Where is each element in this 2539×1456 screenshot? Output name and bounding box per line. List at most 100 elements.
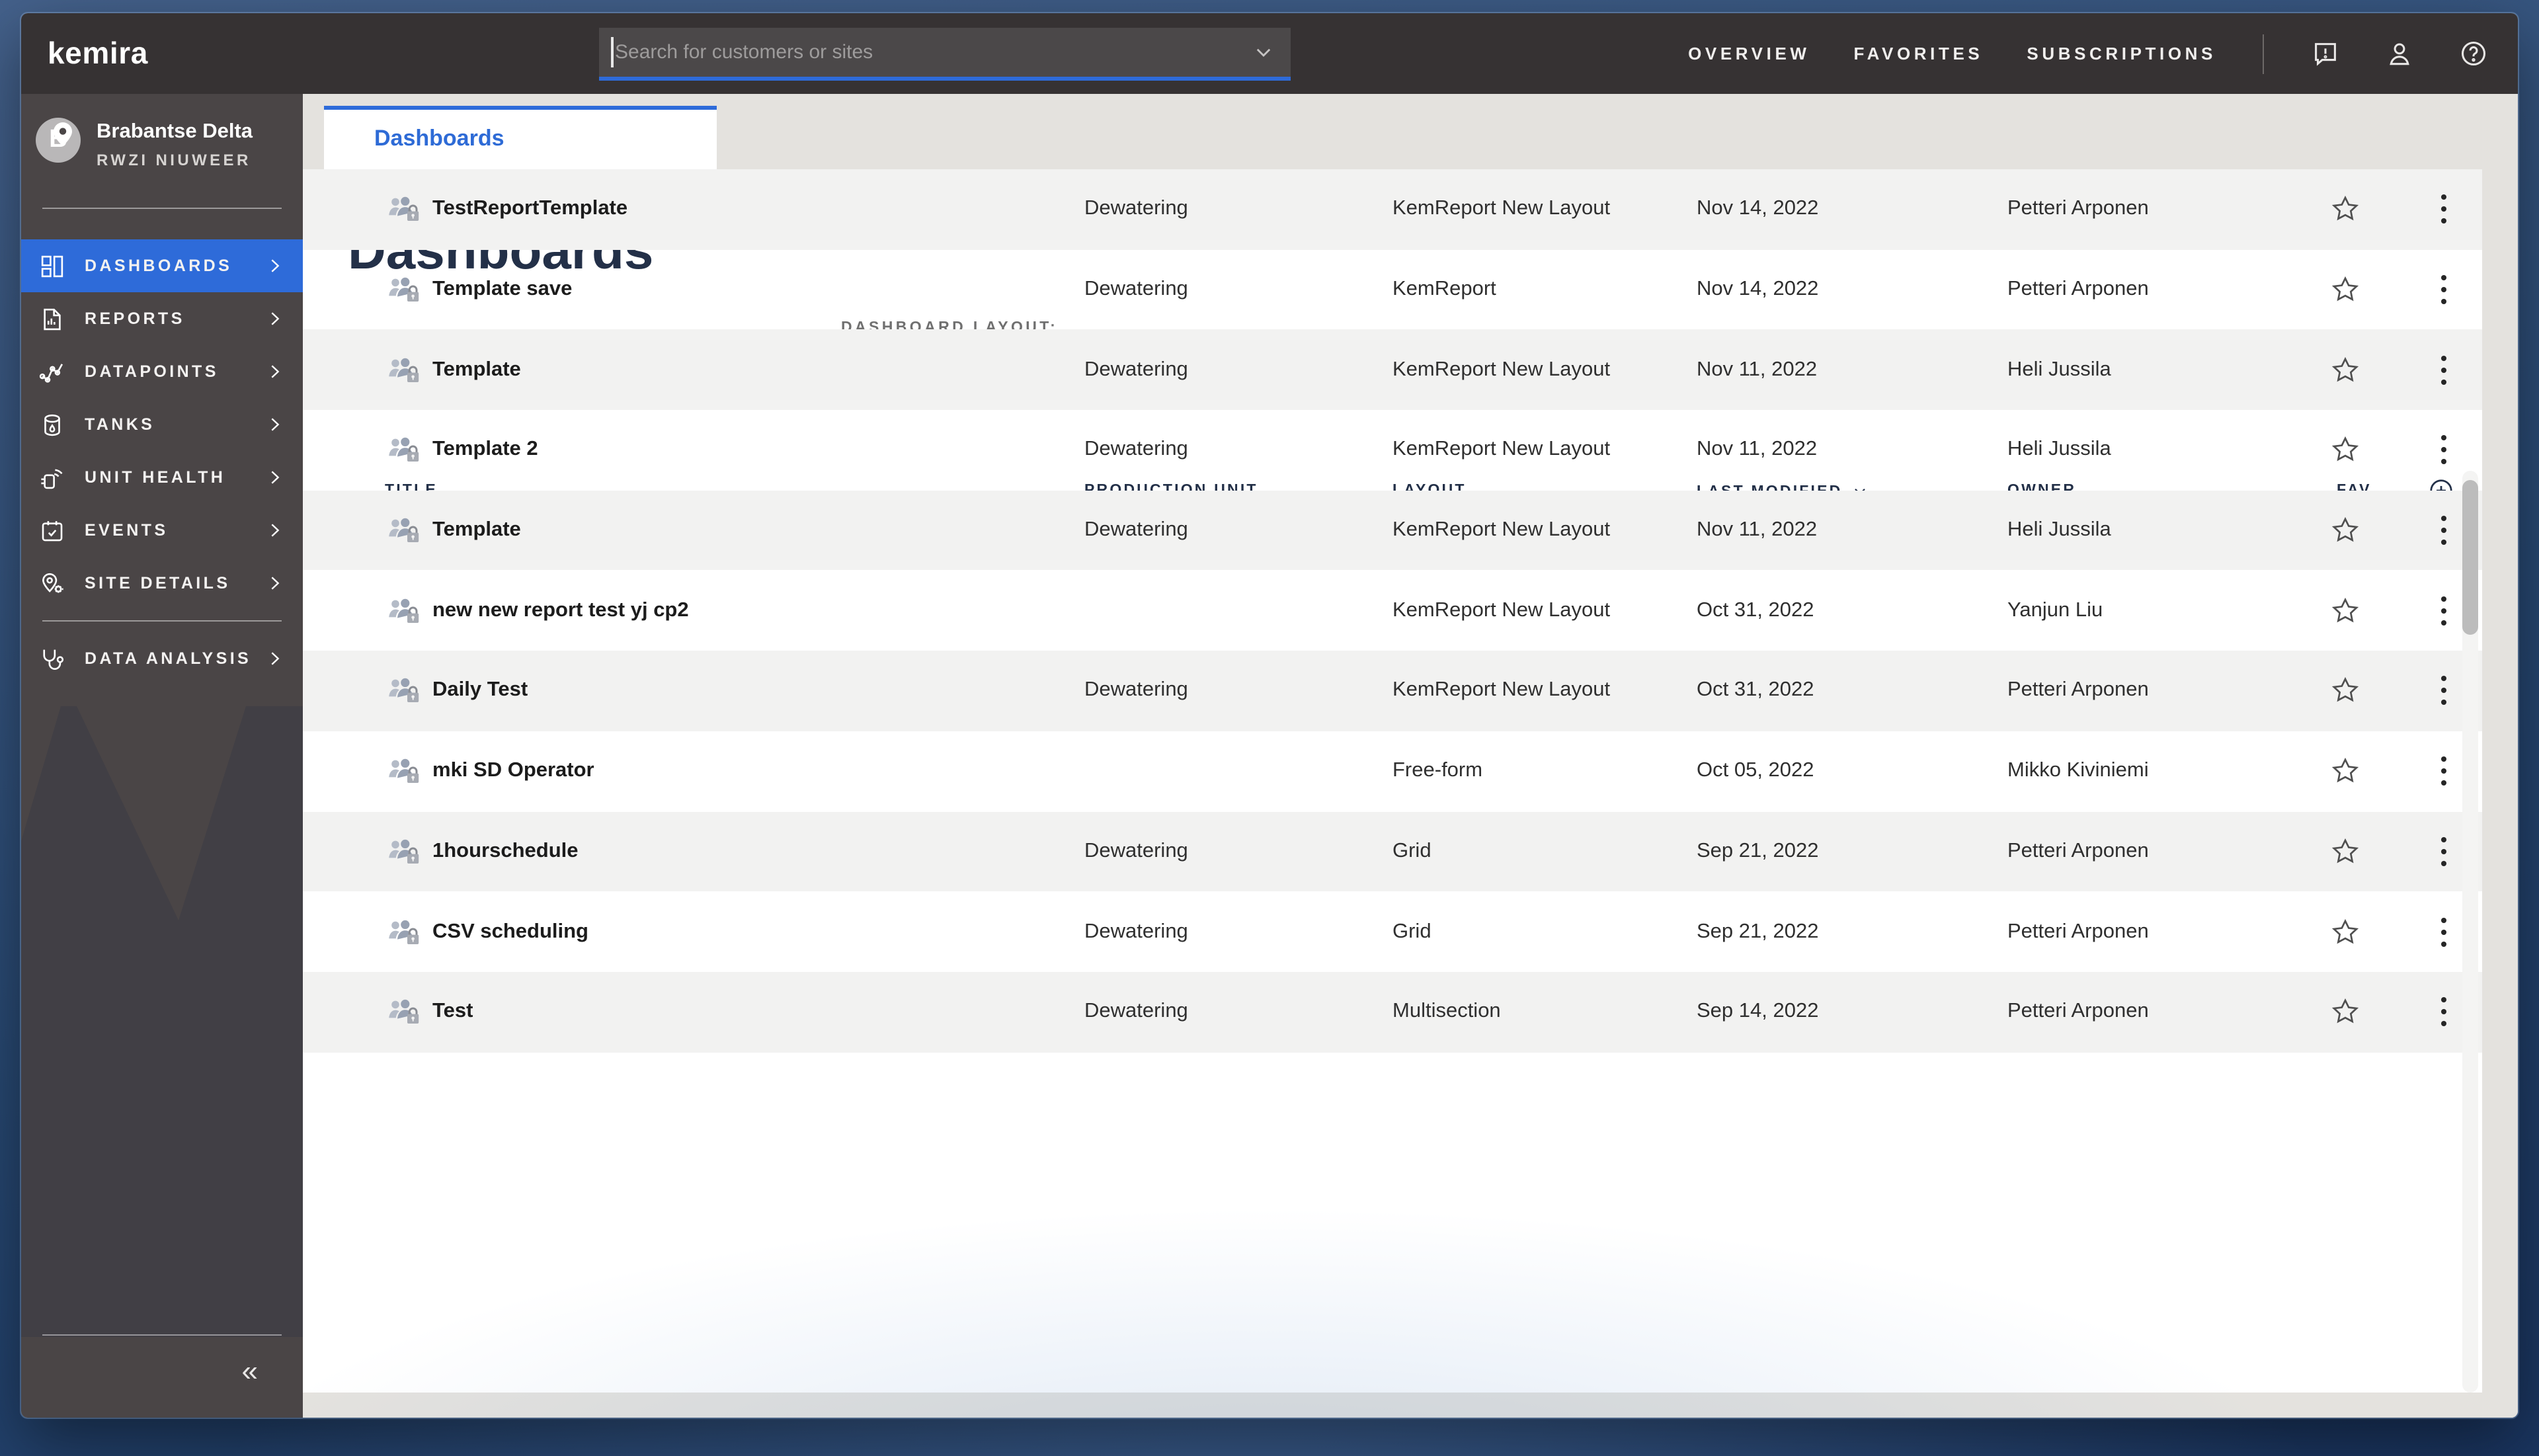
row-menu-icon[interactable]	[2435, 674, 2453, 708]
favorite-star-icon[interactable]	[2329, 835, 2362, 868]
favorite-star-icon[interactable]	[2329, 594, 2362, 627]
scrollbar-thumb[interactable]	[2462, 480, 2478, 635]
row-title[interactable]: CSV scheduling	[432, 920, 588, 944]
top-nav: OVERVIEW FAVORITES SUBSCRIPTIONS	[1688, 13, 2518, 94]
collapse-sidebar-button[interactable]: «	[242, 1357, 259, 1386]
favorite-star-icon[interactable]	[2329, 754, 2362, 788]
row-title[interactable]: 1hourschedule	[432, 840, 579, 864]
chevron-down-icon[interactable]	[1252, 41, 1275, 63]
favorite-star-icon[interactable]	[2329, 674, 2362, 708]
favorite-star-icon[interactable]	[2329, 273, 2362, 306]
chevron-right-icon	[266, 521, 284, 540]
row-title[interactable]: TestReportTemplate	[432, 198, 627, 222]
row-menu-icon[interactable]	[2435, 352, 2453, 387]
favorite-star-icon[interactable]	[2329, 514, 2362, 547]
chevron-right-icon	[266, 649, 284, 668]
sidebar-divider	[42, 620, 282, 622]
table-row[interactable]: TestReportTemplate Dewatering KemReport …	[303, 169, 2482, 249]
table-row[interactable]: Test Dewatering Multisection Sep 14, 202…	[303, 972, 2482, 1052]
row-last-modified: Sep 14, 2022	[1697, 1000, 1818, 1024]
table-row[interactable]: Template save Dewatering KemReport Nov 1…	[303, 249, 2482, 329]
sidebar-item-site-details[interactable]: SITE DETAILS	[21, 557, 303, 610]
row-last-modified: Nov 14, 2022	[1697, 278, 1818, 302]
row-last-modified: Nov 11, 2022	[1697, 438, 1817, 462]
row-menu-icon[interactable]	[2435, 754, 2453, 788]
row-menu-icon[interactable]	[2435, 994, 2453, 1029]
data-analysis-icon	[38, 645, 66, 672]
favorite-star-icon[interactable]	[2329, 995, 2362, 1028]
table-row[interactable]: mki SD Operator Free-form Oct 05, 2022 M…	[303, 731, 2482, 811]
favorite-star-icon[interactable]	[2329, 915, 2362, 948]
add-dashboard-button[interactable]: DASHBOARD	[2271, 354, 2479, 399]
tab-dashboards[interactable]: Dashboards	[324, 106, 717, 169]
feedback-icon[interactable]	[2310, 38, 2341, 69]
row-production-unit: Dewatering	[1084, 278, 1188, 302]
table-row[interactable]: CSV scheduling Dewatering Grid Sep 21, 2…	[303, 891, 2482, 971]
column-last-modified[interactable]: LAST MODIFIED	[1697, 483, 1869, 500]
sidebar-item-dashboards[interactable]: DASHBOARDS	[21, 239, 303, 292]
column-layout[interactable]: LAYOUT	[1392, 483, 1467, 499]
global-search-input[interactable]	[599, 41, 1252, 63]
dashboard-search-input[interactable]	[348, 362, 760, 387]
search-icon	[760, 360, 789, 389]
row-menu-icon[interactable]	[2435, 834, 2453, 869]
dashboard-search[interactable]	[348, 346, 789, 405]
table-row[interactable]: Template 2 Dewatering KemReport New Layo…	[303, 410, 2482, 490]
account-icon[interactable]	[2384, 38, 2415, 69]
row-title[interactable]: Daily Test	[432, 679, 528, 703]
customer-profile[interactable]: B Brabantse Delta RWZI NIUWEER	[21, 94, 303, 208]
layout-option-analysis[interactable]: ANALYSIS	[1127, 354, 1291, 403]
column-fav[interactable]: FAV	[2337, 483, 2372, 499]
row-layout: KemReport New Layout	[1392, 679, 1610, 703]
table-row[interactable]: new new report test yj cp2 KemReport New…	[303, 571, 2482, 651]
topnav-favorites[interactable]: FAVORITES	[1854, 44, 1984, 63]
sidebar-item-tanks[interactable]: TANKS	[21, 398, 303, 451]
row-title[interactable]: new new report test yj cp2	[432, 599, 689, 623]
add-column-icon[interactable]	[2427, 476, 2456, 505]
sidebar-secondary-menu: DATA ANALYSIS	[21, 632, 303, 685]
sidebar-item-events[interactable]: EVENTS	[21, 504, 303, 557]
sidebar-item-data-analysis[interactable]: DATA ANALYSIS	[21, 632, 303, 685]
sidebar-item-reports[interactable]: REPORTS	[21, 292, 303, 345]
sidebar-item-label: SITE DETAILS	[85, 574, 230, 592]
topnav-subscriptions[interactable]: SUBSCRIPTIONS	[2027, 44, 2216, 63]
layout-option-report[interactable]: REPORT	[1291, 354, 1432, 403]
favorite-star-icon[interactable]	[2329, 193, 2362, 226]
row-menu-icon[interactable]	[2435, 433, 2453, 467]
row-menu-icon[interactable]	[2435, 192, 2453, 227]
row-title[interactable]: Template 2	[432, 438, 538, 462]
favorite-star-icon[interactable]	[2329, 353, 2362, 386]
row-owner: Mikko Kiviniemi	[2007, 759, 2149, 783]
row-menu-icon[interactable]	[2435, 594, 2453, 628]
row-title[interactable]: mki SD Operator	[432, 759, 594, 783]
kemira-logo: kemira	[48, 13, 148, 94]
row-menu-icon[interactable]	[2435, 272, 2453, 307]
sidebar-item-datapoints[interactable]: DATAPOINTS	[21, 345, 303, 398]
row-title[interactable]: Template save	[432, 278, 572, 302]
row-owner: Petteri Arponen	[2007, 840, 2149, 864]
table-row[interactable]: Daily Test Dewatering KemReport New Layo…	[303, 651, 2482, 731]
row-menu-icon[interactable]	[2435, 513, 2453, 547]
layout-option-dashboard[interactable]: DASHBOARD	[936, 354, 1127, 403]
sidebar-item-unit-health[interactable]: UNIT HEALTH	[21, 451, 303, 504]
topnav-overview[interactable]: OVERVIEW	[1688, 44, 1810, 63]
table-row[interactable]: Template Dewatering KemReport New Layout…	[303, 491, 2482, 571]
app-window: kemira OVERVIEW FAVORITES SUBSCRIPTIONS	[21, 13, 2518, 1418]
help-icon[interactable]	[2458, 38, 2489, 69]
column-owner[interactable]: OWNER	[2007, 483, 2076, 499]
column-production-unit[interactable]: PRODUCTION UNIT	[1084, 483, 1258, 499]
scrollbar-track[interactable]	[2462, 471, 2478, 1393]
sidebar-item-label: DASHBOARDS	[85, 257, 232, 275]
table-row[interactable]: 1hourschedule Dewatering Grid Sep 21, 20…	[303, 811, 2482, 891]
tab-label: Dashboards	[324, 110, 717, 168]
table-row[interactable]: Template Dewatering KemReport New Layout…	[303, 330, 2482, 410]
row-title[interactable]: Template	[432, 358, 521, 382]
favorite-star-icon[interactable]	[2329, 434, 2362, 467]
column-title[interactable]: TITLE	[385, 483, 438, 499]
row-title[interactable]: Template	[432, 518, 521, 542]
layout-option-all[interactable]: ALL	[841, 354, 936, 403]
row-owner: Petteri Arponen	[2007, 920, 2149, 944]
row-menu-icon[interactable]	[2435, 914, 2453, 949]
global-search[interactable]	[599, 28, 1291, 81]
row-title[interactable]: Test	[432, 1000, 473, 1024]
